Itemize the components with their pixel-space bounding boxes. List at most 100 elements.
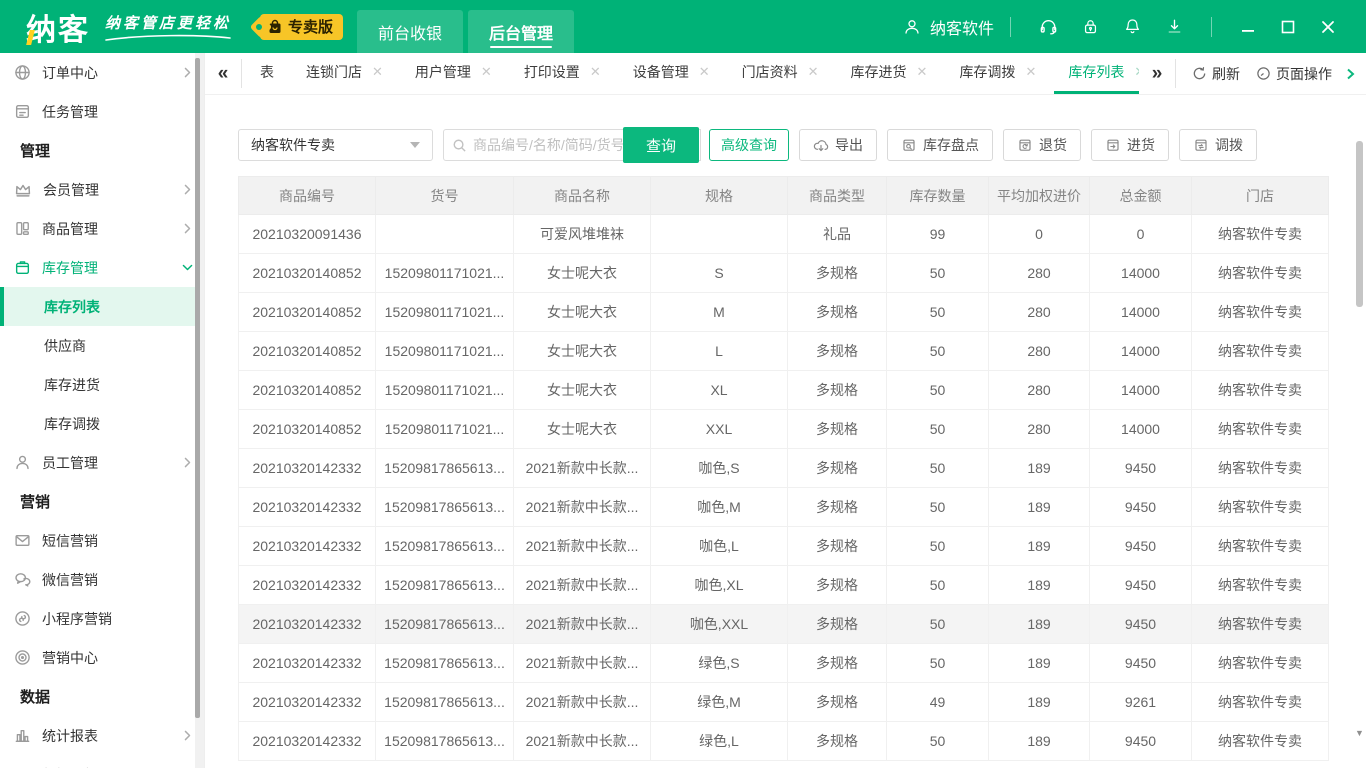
tabs-expand-button[interactable]: » — [1139, 53, 1175, 94]
tab-close-icon[interactable]: ✕ — [917, 64, 928, 80]
table-row[interactable]: 20210320091436可爱风堆堆袜礼品9900纳客软件专卖 — [239, 215, 1329, 254]
maximize-icon[interactable] — [1274, 13, 1302, 41]
sidebar-item[interactable]: 营销中心 — [0, 638, 204, 677]
table-cell — [376, 215, 514, 254]
tab-label: 打印设置 — [524, 62, 580, 82]
sidebar-subitem[interactable]: 库存调拨 — [0, 404, 204, 443]
close-icon[interactable] — [1314, 13, 1342, 41]
table-row[interactable]: 2021032014233215209817865613...2021新款中长款… — [239, 605, 1329, 644]
tab-item[interactable]: 设备管理✕ — [619, 53, 724, 94]
tab-item[interactable]: 表 — [246, 53, 288, 94]
tab-item[interactable]: 打印设置 ✕ — [510, 53, 615, 94]
content-scrollbar[interactable]: ▼ — [1355, 139, 1363, 760]
lock-icon[interactable] — [1077, 14, 1103, 40]
tab-close-icon[interactable]: ✕ — [372, 64, 383, 80]
tab-close-icon[interactable]: ✕ — [808, 64, 819, 80]
purchase-button[interactable]: 进货 — [1091, 129, 1169, 161]
sidebar-scrollbar-thumb[interactable] — [195, 58, 200, 718]
tab-close-icon[interactable]: ✕ — [481, 64, 492, 80]
column-header: 规格 — [651, 177, 788, 215]
tab-item[interactable]: 连锁门店✕ — [292, 53, 397, 94]
sidebar-item[interactable]: 商品管理 — [0, 209, 204, 248]
page-operations-label: 页面操作 — [1276, 64, 1332, 84]
tab-close-icon[interactable]: ✕ — [699, 64, 710, 80]
chevron-down-icon — [181, 261, 194, 274]
nav-cashier-button[interactable]: 前台收银 — [357, 10, 463, 53]
sidebar-item[interactable]: 库存管理 — [0, 248, 204, 287]
sidebar-item[interactable]: 小程序营销 — [0, 599, 204, 638]
table-row[interactable]: 2021032014233215209817865613...2021新款中长款… — [239, 644, 1329, 683]
sidebar-item[interactable]: 数据分析 — [0, 755, 204, 768]
transfer-button[interactable]: 调拨 — [1179, 129, 1257, 161]
sidebar-subitem[interactable]: 库存列表 — [0, 287, 204, 326]
sidebar-item[interactable]: 订单中心 — [0, 53, 204, 92]
tab-close-icon[interactable]: ✕ — [590, 64, 601, 80]
tab-item[interactable]: 库存调拨✕ — [945, 53, 1050, 94]
refresh-button[interactable]: 刷新 — [1192, 64, 1240, 84]
table-row[interactable]: 2021032014085215209801171021...女士呢大衣XXL多… — [239, 410, 1329, 449]
tab-item[interactable]: 用户管理 ✕ — [401, 53, 506, 94]
table-row[interactable]: 2021032014233215209817865613...2021新款中长款… — [239, 449, 1329, 488]
sidebar-item[interactable]: 会员管理 — [0, 170, 204, 209]
sidebar-scrollbar-track[interactable] — [195, 53, 204, 768]
table-row[interactable]: 2021032014085215209801171021...女士呢大衣XL多规… — [239, 371, 1329, 410]
table-row[interactable]: 2021032014233215209817865613...2021新款中长款… — [239, 722, 1329, 761]
export-button[interactable]: 导出 — [799, 129, 877, 161]
table-cell: 纳客软件专卖 — [1192, 332, 1329, 371]
sidebar-item[interactable]: 微信营销 — [0, 560, 204, 599]
table-cell: 20210320091436 — [239, 215, 376, 254]
chevron-right-icon[interactable] — [1344, 68, 1356, 80]
page-operations-button[interactable]: 页面操作 — [1256, 64, 1332, 84]
sidebar-item[interactable]: 员工管理 — [0, 443, 204, 482]
tab-item[interactable]: 库存进货 ✕ — [837, 53, 942, 94]
column-header: 库存数量 — [887, 177, 989, 215]
return-button[interactable]: 退货 — [1003, 129, 1081, 161]
sidebar-item[interactable]: 短信营销 — [0, 521, 204, 560]
window-controls — [1228, 13, 1348, 41]
table-cell: 女士呢大衣 — [514, 332, 651, 371]
scrollbar-down-arrow-icon[interactable]: ▼ — [1355, 728, 1363, 738]
stocktake-button[interactable]: 库存盘点 — [887, 129, 993, 161]
table-row[interactable]: 2021032014085215209801171021...女士呢大衣S多规格… — [239, 254, 1329, 293]
inventory-icon — [14, 259, 31, 276]
download-icon[interactable] — [1161, 14, 1187, 40]
user-account[interactable]: 纳客软件 — [902, 15, 994, 39]
search-button[interactable]: 查询 — [623, 127, 699, 163]
button-label: 进货 — [1127, 135, 1155, 155]
sidebar-item[interactable]: 统计报表 — [0, 716, 204, 755]
table-cell: 2021新款中长款... — [514, 449, 651, 488]
sidebar-subitem[interactable]: 库存进货 — [0, 365, 204, 404]
bell-icon[interactable] — [1119, 14, 1145, 40]
store-select-value: 纳客软件专卖 — [251, 135, 335, 155]
headset-icon[interactable] — [1035, 14, 1061, 40]
tab-label: 库存进货 — [851, 62, 907, 82]
table-row[interactable]: 2021032014085215209801171021...女士呢大衣L多规格… — [239, 332, 1329, 371]
tab-item[interactable]: 门店资料✕ — [728, 53, 833, 94]
table-cell: 多规格 — [788, 410, 887, 449]
transfer-icon — [1193, 137, 1209, 153]
advanced-search-button[interactable]: 高级查询 — [709, 129, 789, 161]
sidebar-item[interactable]: 任务管理 — [0, 92, 204, 131]
chevron-right-icon — [181, 729, 194, 742]
app-window: 纳客 纳客管店更轻松 专卖版 前台收银后台管理 纳客软件 — [0, 0, 1366, 768]
table-cell: 189 — [989, 488, 1090, 527]
titlebar-divider — [1211, 17, 1212, 37]
table-cell: 20210320140852 — [239, 254, 376, 293]
nav-backoffice-button[interactable]: 后台管理 — [468, 10, 574, 53]
tabs-collapse-button[interactable]: « — [205, 53, 241, 94]
tab-label: 用户管理 — [415, 62, 471, 82]
store-select-dropdown[interactable]: 纳客软件专卖 — [238, 129, 433, 161]
table-row[interactable]: 2021032014233215209817865613...2021新款中长款… — [239, 488, 1329, 527]
table-row[interactable]: 2021032014233215209817865613...2021新款中长款… — [239, 683, 1329, 722]
tab-item[interactable]: 库存列表✕ — [1054, 53, 1139, 94]
table-row[interactable]: 2021032014233215209817865613...2021新款中长款… — [239, 566, 1329, 605]
tab-close-icon[interactable]: ✕ — [1025, 64, 1036, 80]
content-scrollbar-thumb[interactable] — [1356, 141, 1363, 307]
sidebar-item-label: 员工管理 — [42, 453, 98, 473]
table-row[interactable]: 2021032014085215209801171021...女士呢大衣M多规格… — [239, 293, 1329, 332]
minimize-icon[interactable] — [1234, 13, 1262, 41]
table-row[interactable]: 2021032014233215209817865613...2021新款中长款… — [239, 527, 1329, 566]
sidebar-subitem[interactable]: 供应商 — [0, 326, 204, 365]
sidebar-item-label: 库存管理 — [42, 258, 98, 278]
sidebar-section-label: 数据 — [0, 677, 204, 716]
